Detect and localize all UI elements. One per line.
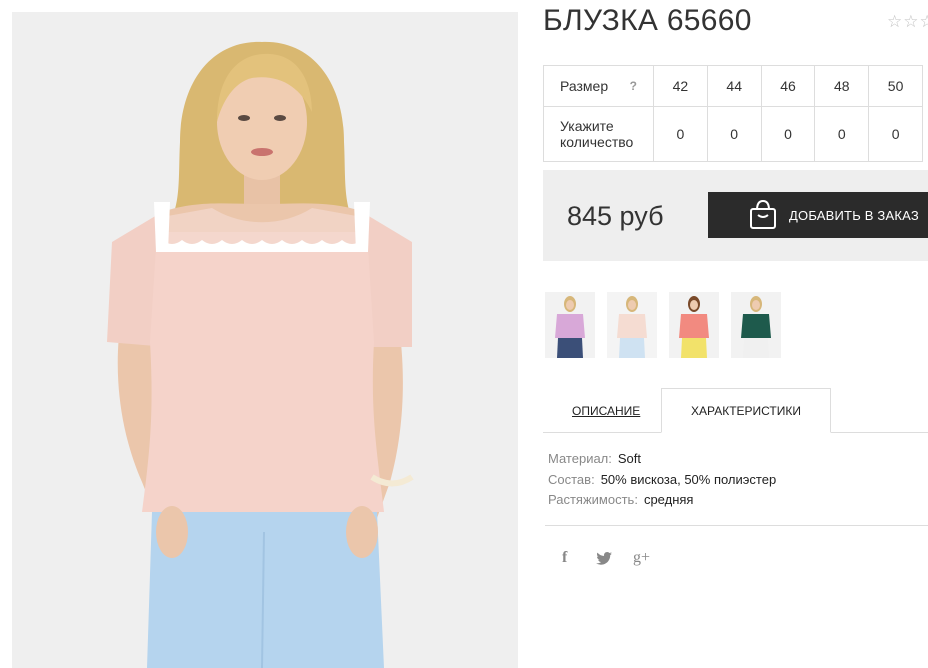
spec-row-composition: Состав: 50% вискоза, 50% полиэстер: [548, 472, 776, 487]
size-value: 44: [706, 65, 762, 107]
spec-value: 50% вискоза, 50% полиэстер: [600, 472, 777, 487]
product-price: 845 руб: [567, 201, 664, 231]
thumbnail-variant-coral[interactable]: [669, 292, 719, 358]
spec-row-material: Материал: Soft: [548, 451, 641, 466]
size-help-icon[interactable]: ?: [630, 78, 637, 94]
product-main-photo[interactable]: [12, 12, 518, 668]
thumbnail-variant-green[interactable]: [731, 292, 781, 358]
price-box: 845 руб ДОБАВИТЬ В ЗАКАЗ: [543, 170, 928, 261]
size-label: Размер: [560, 78, 609, 94]
tab-characteristics[interactable]: ХАРАКТЕРИСТИКИ: [661, 388, 831, 433]
quantity-label-line1: Укажите: [560, 118, 614, 134]
spec-key: Состав:: [548, 472, 595, 487]
product-title: БЛУЗКА 65660: [543, 4, 752, 37]
size-value: 50: [868, 65, 923, 107]
tab-characteristics-label: ХАРАКТЕРИСТИКИ: [690, 404, 801, 418]
size-value: 42: [653, 65, 708, 107]
spec-value: средняя: [643, 492, 694, 507]
quantity-input[interactable]: 0: [868, 106, 923, 162]
size-table: Размер ? 42 44 46 48 50 Укажите количест…: [543, 65, 923, 162]
thumbnail-variant-lilac[interactable]: [545, 292, 595, 358]
size-value: 48: [814, 65, 870, 107]
size-label-cell: Размер ?: [543, 65, 654, 107]
rating-stars-icon[interactable]: ☆☆☆: [887, 12, 928, 32]
add-to-order-label: ДОБАВИТЬ В ЗАКАЗ: [789, 208, 919, 223]
quantity-input[interactable]: 0: [814, 106, 870, 162]
quantity-input[interactable]: 0: [653, 106, 708, 162]
quantity-label-line2: количество: [560, 134, 634, 150]
google-plus-icon[interactable]: g+: [633, 549, 650, 567]
facebook-icon[interactable]: f: [562, 549, 567, 567]
shopping-bag-icon: [750, 200, 776, 229]
add-to-order-button[interactable]: ДОБАВИТЬ В ЗАКАЗ: [708, 192, 928, 238]
thumbnail-variant-peach[interactable]: [607, 292, 657, 358]
spec-value: Soft: [617, 451, 642, 466]
spec-key: Материал:: [548, 451, 612, 466]
spec-key: Растяжимость:: [548, 492, 638, 507]
quantity-input[interactable]: 0: [706, 106, 762, 162]
quantity-label-cell: Укажите количество: [543, 106, 654, 162]
size-value: 46: [760, 65, 816, 107]
quantity-input[interactable]: 0: [760, 106, 816, 162]
specs-divider: [545, 525, 928, 526]
twitter-icon[interactable]: [596, 552, 612, 570]
spec-row-stretch: Растяжимость: средняя: [548, 492, 693, 507]
tab-description[interactable]: ОПИСАНИЕ: [572, 404, 640, 418]
twitter-bird-icon: [596, 552, 612, 565]
